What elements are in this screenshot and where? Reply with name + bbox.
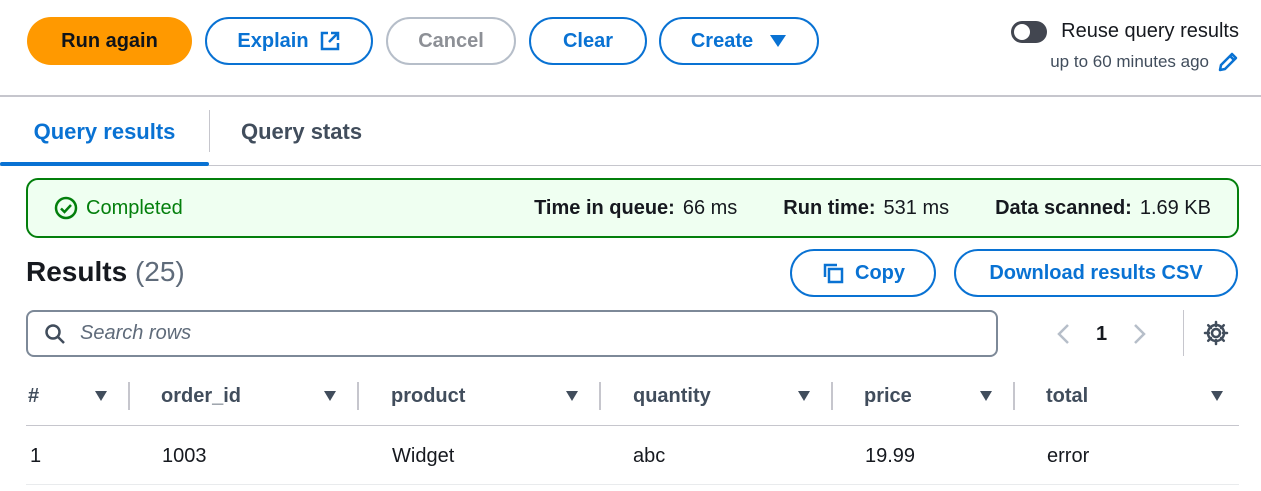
search-rows-input[interactable] <box>80 322 980 345</box>
results-count: (25) <box>134 256 185 287</box>
metric-time-in-queue: Time in queue: 66 ms <box>534 196 738 219</box>
cell-index: 1 <box>30 444 42 467</box>
cell-order-id: 1003 <box>162 444 207 467</box>
column-resizer[interactable] <box>599 382 601 410</box>
clear-button[interactable]: Clear <box>529 17 647 65</box>
query-status-banner: Completed Time in queue: 66 ms Run time: 5… <box>26 178 1239 238</box>
column-header-product[interactable]: product <box>391 372 465 420</box>
results-table-header: # order_id product quantity price total <box>26 372 1239 426</box>
sort-caret-icon[interactable] <box>565 390 579 402</box>
cell-product: Widget <box>392 444 455 467</box>
external-link-icon <box>320 31 339 51</box>
reuse-results-age: up to 60 minutes ago <box>1050 52 1209 71</box>
sort-caret-icon[interactable] <box>1210 390 1224 402</box>
sort-caret-icon[interactable] <box>94 390 108 402</box>
results-tabs: Query results Query stats <box>0 98 1261 166</box>
status-text: Completed <box>86 196 183 219</box>
column-header-index[interactable]: # <box>28 372 39 420</box>
copy-button[interactable]: Copy <box>790 249 936 297</box>
column-resizer[interactable] <box>831 382 833 410</box>
create-label: Create <box>690 29 754 52</box>
toolbar-divider <box>0 95 1261 97</box>
column-resizer[interactable] <box>128 382 130 410</box>
cancel-button[interactable]: Cancel <box>386 17 516 65</box>
current-page[interactable]: 1 <box>1096 323 1107 346</box>
reuse-results-toggle[interactable] <box>1011 20 1048 43</box>
copy-label: Copy <box>855 261 905 284</box>
gear-icon[interactable] <box>1203 320 1229 346</box>
cell-quantity: abc <box>633 444 666 467</box>
tab-query-stats[interactable]: Query stats <box>241 98 362 165</box>
cell-total: error <box>1047 444 1090 467</box>
column-header-order-id[interactable]: order_id <box>161 372 241 420</box>
tab-separator <box>209 110 210 152</box>
column-header-price[interactable]: price <box>864 372 912 420</box>
check-circle-icon <box>54 196 78 220</box>
explain-button[interactable]: Explain <box>205 17 373 65</box>
download-csv-button[interactable]: Download results CSV <box>954 249 1238 297</box>
reuse-results-label: Reuse query results <box>1061 20 1239 42</box>
metric-data-scanned: Data scanned: 1.69 KB <box>995 196 1211 219</box>
reuse-results-control: Reuse query results up to 60 minutes ago <box>1011 20 1239 73</box>
sort-caret-icon[interactable] <box>979 390 993 402</box>
column-resizer[interactable] <box>357 382 359 410</box>
table-row: 1 1003 Widget abc 19.99 error <box>26 430 1239 485</box>
cell-price: 19.99 <box>865 444 916 467</box>
metric-run-time: Run time: 531 ms <box>783 196 950 219</box>
edit-pencil-icon[interactable] <box>1217 51 1239 73</box>
column-resizer[interactable] <box>1013 382 1015 410</box>
create-dropdown-button[interactable]: Create <box>659 17 819 65</box>
run-again-button[interactable]: Run again <box>27 17 192 65</box>
search-box <box>26 310 998 357</box>
explain-label: Explain <box>237 29 309 52</box>
column-header-quantity[interactable]: quantity <box>633 372 711 420</box>
sort-caret-icon[interactable] <box>323 390 337 402</box>
caret-down-icon <box>770 35 787 47</box>
chevron-left-icon[interactable] <box>1056 323 1070 345</box>
sort-caret-icon[interactable] <box>797 390 811 402</box>
results-heading: Results (25) <box>26 256 185 287</box>
copy-icon <box>823 263 844 284</box>
pager-separator <box>1183 310 1184 356</box>
chevron-right-icon[interactable] <box>1133 323 1147 345</box>
search-icon <box>45 323 65 344</box>
pagination: 1 <box>1056 314 1147 354</box>
tab-query-results[interactable]: Query results <box>0 98 209 166</box>
column-header-total[interactable]: total <box>1046 372 1088 420</box>
